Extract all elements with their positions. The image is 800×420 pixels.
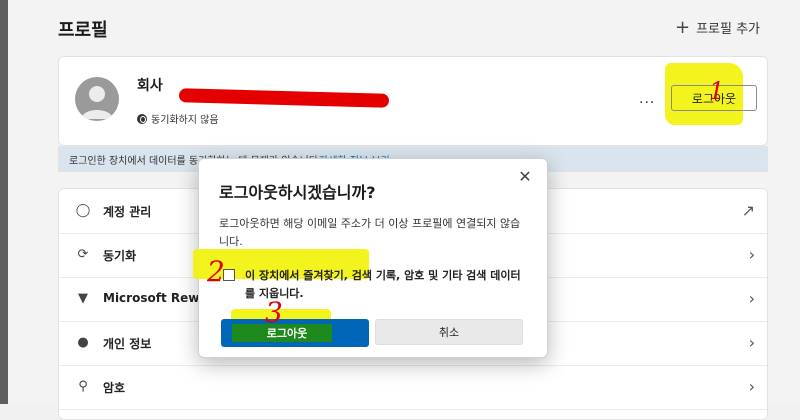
chevron-right-icon: › <box>748 377 755 396</box>
person-icon: ◯ <box>75 203 91 218</box>
row-label: 암호 <box>103 381 126 395</box>
window-left-edge <box>0 0 8 404</box>
annotation-step-3: 3 <box>265 296 283 329</box>
logout-dialog: 로그아웃하시겠습니까? ✕ 로그아웃하면 해당 이메일 주소가 더 이상 프로필… <box>193 158 548 358</box>
add-profile-label: 프로필 추가 <box>696 22 760 37</box>
confirm-logout-label: 로그아웃 <box>266 327 308 340</box>
page-title: 프로필 <box>58 20 108 41</box>
external-link-icon: ↗ <box>741 201 755 220</box>
dialog-body: 로그아웃하면 해당 이메일 주소가 더 이상 프로필에 연결되지 않습니다. <box>219 217 521 248</box>
chevron-right-icon: › <box>748 333 755 352</box>
row-label: 개인 정보 <box>103 337 152 351</box>
more-options-button[interactable]: ... <box>639 91 655 107</box>
person-avatar-icon <box>81 86 113 119</box>
plus-icon: + <box>674 16 691 38</box>
profile-name: 회사 <box>137 78 163 94</box>
cancel-button[interactable]: 취소 <box>375 319 523 345</box>
chevron-right-icon: › <box>748 289 755 308</box>
sync-icon: ⟳ <box>77 247 89 262</box>
annotation-step-1: 1 <box>709 77 725 105</box>
clear-data-label: 이 장치에서 즐겨찾기, 검색 기록, 암호 및 기타 검색 데이터를 지웁니다… <box>245 269 521 300</box>
row-label: Microsoft Rewa <box>103 291 208 305</box>
sync-status-label: 동기화하지 않음 <box>151 115 219 126</box>
redacted-email <box>178 88 390 108</box>
personal-info-icon: ● <box>77 335 89 350</box>
key-icon: ⚲ <box>78 379 88 394</box>
sync-status: 동기화하지 않음 <box>137 111 219 126</box>
add-profile-button[interactable]: + 프로필 추가 <box>675 18 760 37</box>
profile-card: 회사 동기화하지 않음 ... 로그아웃 1 <box>58 56 768 146</box>
trophy-icon: ▼ <box>78 291 88 306</box>
clear-data-checkbox[interactable] <box>223 269 235 281</box>
settings-row-passwords[interactable]: ⚲ 암호 › <box>59 365 767 410</box>
confirm-logout-button[interactable]: 로그아웃 <box>221 319 369 347</box>
close-icon[interactable]: ✕ <box>515 167 535 187</box>
profile-settings-page: 프로필 + 프로필 추가 회사 동기화하지 않음 ... 로그아웃 1 로그인한… <box>8 0 800 420</box>
chevron-right-icon: › <box>748 245 755 264</box>
row-label: 계정 관리 <box>103 205 152 219</box>
dialog-title: 로그아웃하시겠습니까? <box>219 183 376 202</box>
avatar <box>75 77 119 121</box>
sync-off-icon <box>137 113 147 124</box>
row-label: 동기화 <box>103 249 137 263</box>
